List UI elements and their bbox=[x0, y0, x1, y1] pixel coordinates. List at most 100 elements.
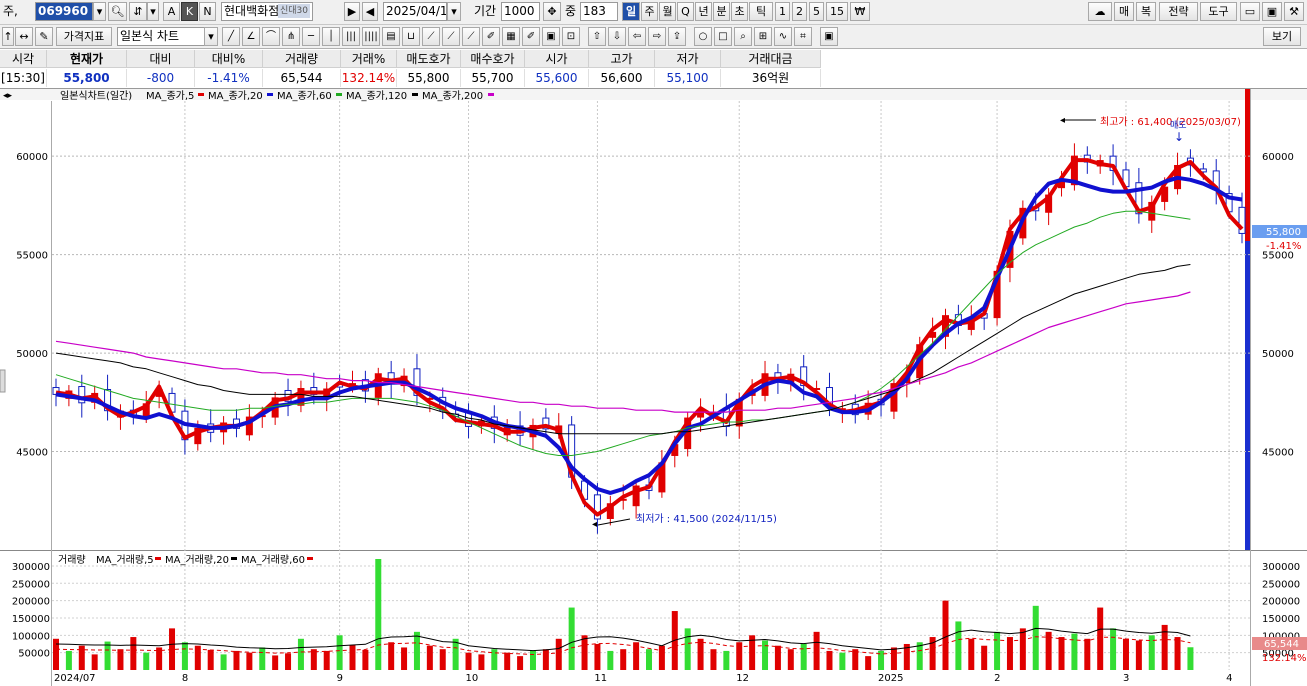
period-btn-second[interactable]: 초 bbox=[731, 2, 748, 21]
edit-icon[interactable]: ✎ bbox=[35, 27, 53, 46]
x-axis-label: 12 bbox=[736, 673, 749, 684]
period-btn-minute[interactable]: 분 bbox=[713, 2, 730, 21]
quote-value-10: 55,100 bbox=[655, 69, 721, 87]
draw-tool-17-icon[interactable]: ▣ bbox=[542, 27, 560, 46]
sort-dropdown-icon[interactable]: ▾ bbox=[147, 2, 159, 21]
period-btn-5[interactable]: 5 bbox=[809, 2, 824, 21]
volume-bar bbox=[426, 645, 433, 670]
draw-tool-21-icon[interactable]: ⇦ bbox=[628, 27, 646, 46]
low-annotation: 최저가 : 41,500 (2024/11/15) bbox=[636, 513, 777, 525]
period-btn-2[interactable]: 2 bbox=[792, 2, 807, 21]
expand-icon[interactable]: ↔ bbox=[15, 27, 33, 46]
volume-legend-swatch bbox=[155, 557, 161, 560]
x-axis-label: 2024/07 bbox=[54, 673, 96, 684]
draw-tool-15-icon[interactable]: ▦ bbox=[502, 27, 520, 46]
draw-tool-19-icon[interactable]: ⇧ bbox=[588, 27, 606, 46]
save-icon[interactable]: ▣ bbox=[1262, 2, 1282, 21]
indicator-button[interactable]: 가격지표 bbox=[56, 27, 112, 46]
period-btn-month[interactable]: 월 bbox=[659, 2, 676, 21]
price-scale-bar-blue bbox=[1245, 241, 1250, 550]
draw-tool-7-icon[interactable]: ||| bbox=[342, 27, 360, 46]
draw-tool-25-icon[interactable]: □ bbox=[714, 27, 732, 46]
tools-button[interactable]: 도구 bbox=[1200, 2, 1237, 21]
volume-bar bbox=[375, 559, 382, 670]
btn-a[interactable]: A bbox=[163, 2, 180, 21]
draw-tool-13-icon[interactable]: ⟋ bbox=[462, 27, 480, 46]
btn-k[interactable]: K bbox=[181, 2, 198, 21]
draw-tool-8-icon[interactable]: |||| bbox=[362, 27, 380, 46]
btn-n[interactable]: N bbox=[199, 2, 216, 21]
count-label: 중 bbox=[565, 4, 577, 18]
volume-tick-left: 300000 bbox=[12, 562, 50, 573]
count-input[interactable]: 183 bbox=[580, 2, 618, 21]
draw-tool-14-icon[interactable]: ✐ bbox=[482, 27, 500, 46]
x-axis-label: 8 bbox=[182, 673, 188, 684]
volume-bar bbox=[272, 655, 279, 670]
period-btn-15[interactable]: 15 bbox=[826, 2, 848, 21]
volume-bar bbox=[994, 631, 1001, 670]
btn-buy[interactable]: 매 bbox=[1114, 2, 1134, 21]
view-button[interactable]: 보기 bbox=[1263, 27, 1301, 46]
period-btn-1[interactable]: 1 bbox=[775, 2, 790, 21]
volume-tick-right: 200000 bbox=[1262, 597, 1300, 608]
volume-bar bbox=[594, 643, 601, 670]
stock-chart[interactable]: ◂▸ 45000 45000 50000 50000 55000 55000 60000 600… bbox=[0, 89, 1307, 686]
draw-tool-20-icon[interactable]: ⇩ bbox=[608, 27, 626, 46]
draw-tool-2-icon[interactable]: ∠ bbox=[242, 27, 260, 46]
chart-type-select[interactable]: 일본식 차트 bbox=[117, 27, 205, 46]
draw-tool-18-icon[interactable]: ⊡ bbox=[562, 27, 580, 46]
draw-tool-4-icon[interactable]: ⋔ bbox=[282, 27, 300, 46]
code-dropdown-icon[interactable]: ▾ bbox=[93, 2, 106, 21]
draw-tool-12-icon[interactable]: ⟋ bbox=[442, 27, 460, 46]
period-label: 기간 bbox=[474, 4, 497, 18]
draw-tool-11-icon[interactable]: ⟋ bbox=[422, 27, 440, 46]
volume-bar bbox=[465, 652, 472, 670]
date-dropdown-icon[interactable]: ▾ bbox=[447, 2, 461, 21]
strategy-button[interactable]: 전략 bbox=[1159, 2, 1198, 21]
sort-icon[interactable]: ⇵ bbox=[129, 2, 147, 21]
folder-icon[interactable]: ▭ bbox=[1240, 2, 1260, 21]
period-btn-quarter[interactable]: Q bbox=[677, 2, 694, 21]
draw-tool-10-icon[interactable]: ⊔ bbox=[402, 27, 420, 46]
period-btn-tick[interactable]: 틱 bbox=[749, 2, 773, 21]
period-btn-year[interactable]: 년 bbox=[695, 2, 712, 21]
prev-icon[interactable]: ◀ bbox=[362, 2, 378, 21]
draw-tool-24-icon[interactable]: ○ bbox=[694, 27, 712, 46]
chart-type-dropdown-icon[interactable]: ▾ bbox=[204, 27, 218, 46]
period-btn-day[interactable]: 일 bbox=[622, 2, 640, 21]
period-input[interactable]: 1000 bbox=[501, 2, 540, 21]
draw-tool-30-icon[interactable]: ▣ bbox=[820, 27, 838, 46]
play-icon[interactable]: ▶ bbox=[344, 2, 360, 21]
cloud-icon[interactable]: ☁ bbox=[1088, 2, 1112, 21]
draw-tool-29-icon[interactable]: ⌗ bbox=[794, 27, 812, 46]
btn-compound[interactable]: 복 bbox=[1136, 2, 1156, 21]
draw-tool-27-icon[interactable]: ⊞ bbox=[754, 27, 772, 46]
draw-tool-16-icon[interactable]: ✐ bbox=[522, 27, 540, 46]
period-btn-won[interactable]: ₩ bbox=[850, 2, 870, 21]
draw-tool-22-icon[interactable]: ⇨ bbox=[648, 27, 666, 46]
up-arrow-icon[interactable]: ↑ bbox=[2, 27, 14, 46]
date-input[interactable]: 2025/04/14 bbox=[383, 2, 447, 21]
draw-tool-9-icon[interactable]: ▤ bbox=[382, 27, 400, 46]
stock-name: 현대백화점 bbox=[224, 4, 280, 18]
quote-value-8: 55,600 bbox=[525, 69, 589, 87]
draw-tool-23-icon[interactable]: ⇪ bbox=[668, 27, 686, 46]
draw-tool-1-icon[interactable]: ╱ bbox=[222, 27, 240, 46]
draw-tool-3-icon[interactable]: ⌒ bbox=[262, 27, 280, 46]
volume-bar bbox=[65, 650, 72, 670]
x-axis-label: 2025 bbox=[878, 673, 903, 684]
quote-header-7: 매수호가 bbox=[461, 50, 525, 68]
search-icon[interactable]: 🔍︎ bbox=[108, 2, 127, 21]
volume-bar bbox=[310, 649, 317, 670]
period-btn-week[interactable]: 주 bbox=[641, 2, 658, 21]
volume-bar bbox=[1071, 633, 1078, 670]
quote-header-6: 매도호가 bbox=[397, 50, 461, 68]
draw-tool-28-icon[interactable]: ∿ bbox=[774, 27, 792, 46]
crosshair-icon[interactable]: ✥ bbox=[543, 2, 561, 21]
draw-tool-6-icon[interactable]: │ bbox=[322, 27, 340, 46]
draw-tool-5-icon[interactable]: ─ bbox=[302, 27, 320, 46]
draw-tool-26-icon[interactable]: ⌕ bbox=[734, 27, 752, 46]
wrench-icon[interactable]: ⚒ bbox=[1284, 2, 1304, 21]
stock-code-input[interactable]: 069960 bbox=[35, 2, 93, 21]
volume-bar bbox=[723, 650, 730, 670]
